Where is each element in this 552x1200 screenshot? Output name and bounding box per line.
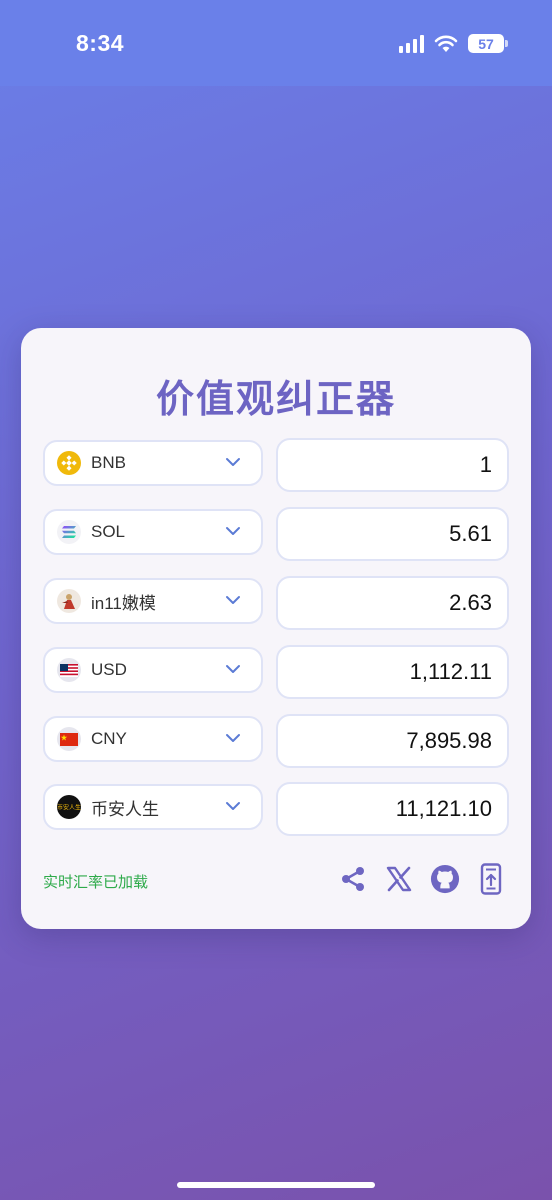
page-title: 价值观纠正器	[155, 379, 396, 421]
currency-label: CNY	[91, 729, 127, 748]
currency-row-bnb: BNB 1	[43, 438, 509, 492]
wifi-icon	[434, 35, 458, 52]
amount-input-sol[interactable]: 5.61	[276, 507, 509, 561]
chevron-down-icon	[226, 458, 240, 466]
currency-select-in11[interactable]: in11嫩模	[43, 578, 263, 624]
currency-label: 币安人生	[91, 799, 159, 819]
currency-label: BNB	[91, 453, 126, 472]
currency-label: in11嫩模	[91, 593, 156, 613]
amount-input-cny[interactable]: 7,895.98	[276, 714, 509, 768]
currency-row-cny: CNY 7,895.98	[43, 714, 509, 768]
status-bar: 8:34 57	[0, 0, 552, 86]
currency-select-cny[interactable]: CNY	[43, 716, 263, 762]
share-icon[interactable]	[338, 862, 368, 896]
currency-row-binance-life: 币安人生 币安人生 11,121.10	[43, 782, 509, 836]
chevron-down-icon	[226, 665, 240, 673]
us-flag-icon	[57, 658, 81, 682]
cn-flag-icon	[57, 727, 81, 751]
currency-row-usd: USD 1,112.11	[43, 645, 509, 699]
amount-input-binance-life[interactable]: 11,121.10	[276, 782, 509, 836]
cellular-signal-icon	[399, 34, 424, 53]
binance-life-icon: 币安人生	[57, 795, 81, 819]
in11-avatar-icon	[57, 589, 81, 613]
bnb-coin-icon	[57, 451, 81, 475]
chevron-down-icon	[226, 527, 240, 535]
rate-status-text: 实时汇率已加载	[43, 874, 149, 891]
x-twitter-icon[interactable]	[384, 862, 414, 896]
chevron-down-icon	[226, 802, 240, 810]
status-icons: 57	[399, 34, 508, 53]
currency-select-bnb[interactable]: BNB	[43, 440, 263, 486]
github-icon[interactable]	[430, 862, 460, 896]
chevron-down-icon	[226, 734, 240, 742]
battery-indicator: 57	[468, 34, 508, 53]
amount-input-bnb[interactable]: 1	[276, 438, 509, 492]
amount-input-usd[interactable]: 1,112.11	[276, 645, 509, 699]
currency-row-in11: in11嫩模 2.63	[43, 576, 509, 630]
currency-select-usd[interactable]: USD	[43, 647, 263, 693]
currency-row-sol: SOL 5.61	[43, 507, 509, 561]
chevron-down-icon	[226, 596, 240, 604]
currency-select-sol[interactable]: SOL	[43, 509, 263, 555]
svg-text:币安人生: 币安人生	[57, 804, 81, 812]
sol-coin-icon	[57, 520, 81, 544]
status-time: 8:34	[76, 30, 125, 56]
currency-select-binance-life[interactable]: 币安人生 币安人生	[43, 784, 263, 830]
install-app-icon[interactable]	[476, 862, 506, 896]
home-indicator[interactable]	[177, 1182, 375, 1188]
currency-label: USD	[91, 660, 127, 679]
currency-label: SOL	[91, 522, 126, 541]
amount-input-in11[interactable]: 2.63	[276, 576, 509, 630]
footer-actions	[338, 862, 522, 896]
